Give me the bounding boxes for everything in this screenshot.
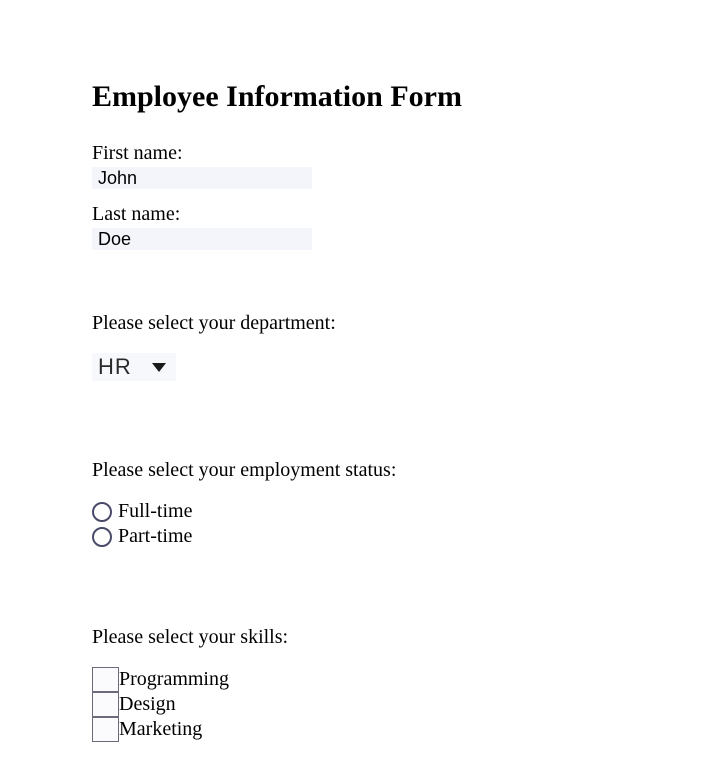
skills-prompt: Please select your skills: [92,626,708,649]
checkbox-marketing-label: Marketing [119,717,202,742]
checkbox-marketing[interactable] [92,717,119,742]
employment-status-prompt: Please select your employment status: [92,459,708,482]
first-name-input[interactable] [92,167,312,189]
department-prompt: Please select your department: [92,312,708,335]
page-title: Employee Information Form [92,80,708,114]
checkbox-programming[interactable] [92,667,119,692]
radio-part-time-label: Part-time [118,525,192,548]
last-name-input[interactable] [92,228,312,250]
checkbox-programming-label: Programming [119,667,229,692]
radio-full-time-label: Full-time [118,500,192,523]
chevron-down-icon [152,363,166,372]
checkbox-design-label: Design [119,692,176,717]
first-name-label: First name: [92,142,708,165]
department-select[interactable]: HR [92,353,176,381]
checkbox-design[interactable] [92,692,119,717]
department-selected-value: HR [98,354,132,380]
radio-part-time[interactable] [92,527,112,547]
last-name-label: Last name: [92,203,708,226]
radio-full-time[interactable] [92,502,112,522]
